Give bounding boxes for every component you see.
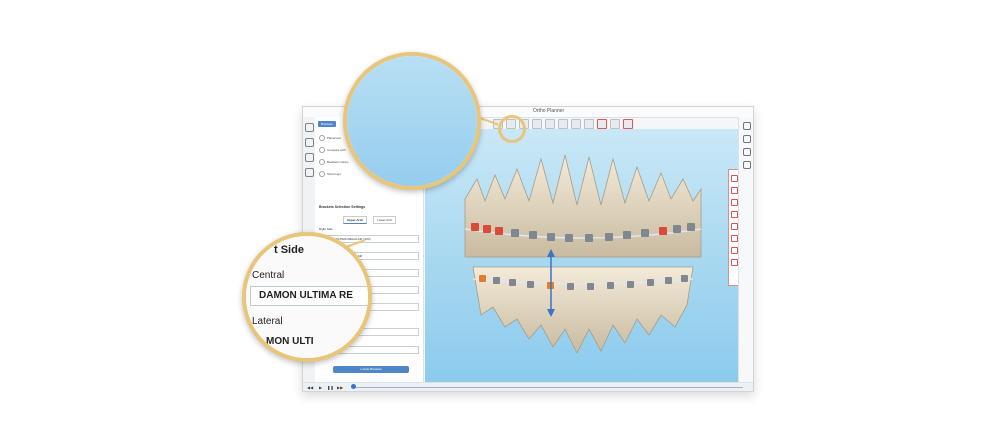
upper-arch-icon[interactable] [730, 175, 738, 182]
locate-brackets-button[interactable]: Locate Brackets [333, 366, 409, 373]
toolbar-button-align[interactable] [532, 119, 542, 129]
brush-icon[interactable] [305, 123, 314, 132]
tooth-icon[interactable] [305, 153, 314, 162]
toolbar-button-measure[interactable] [545, 119, 555, 129]
lower-teeth [472, 266, 694, 354]
zoom-central-label: Central [252, 270, 285, 281]
radio-icon[interactable] [319, 147, 325, 153]
bottom-view-icon[interactable] [730, 259, 738, 266]
timeline-knob[interactable] [351, 384, 356, 389]
tooth-icon[interactable] [742, 148, 751, 156]
play-icon[interactable]: ▶ [319, 385, 322, 390]
timeline: ◀◀ ▶ ❚❚ ▶▶ [303, 382, 753, 391]
zoom-central-field[interactable]: DAMON ULTIMA RE [250, 286, 368, 306]
pause-icon[interactable]: ❚❚ [327, 385, 334, 390]
toolbar-button-wire[interactable] [584, 119, 594, 129]
option-label: Show Ligs [327, 171, 341, 176]
zoom-central-value: DAMON ULTIMA RE [259, 290, 353, 301]
lower-arch-icon[interactable] [730, 187, 738, 194]
subsection-title: Right Side [319, 227, 333, 231]
arch-tabs: Upper Arch Lower Arch [343, 216, 397, 224]
top-view-icon[interactable] [730, 247, 738, 254]
option-label: Placement [327, 135, 342, 140]
layers-icon[interactable] [742, 135, 751, 143]
radio-icon[interactable] [319, 135, 325, 141]
left-arch-icon[interactable] [730, 199, 738, 206]
step-forward-icon[interactable]: ▶▶ [337, 385, 343, 390]
toolbar-button-grid[interactable] [571, 119, 581, 129]
radio-icon[interactable] [319, 159, 325, 165]
option-label: Compare with [327, 147, 346, 152]
view-icon[interactable] [742, 122, 751, 130]
toolbar-button-lower-arch[interactable] [610, 119, 620, 129]
front-view-icon[interactable] [730, 223, 738, 230]
bracket-zoom-callout [343, 52, 481, 190]
back-view-icon[interactable] [730, 235, 738, 242]
tab-lower-arch[interactable]: Lower Arch [373, 216, 397, 224]
timeline-track[interactable] [353, 387, 743, 388]
section-title: Brackets Selection Settings [319, 205, 366, 209]
panel-tag[interactable]: Brackets [318, 121, 336, 127]
radio-icon[interactable] [319, 171, 325, 177]
toolbar-button-upper-arch[interactable] [597, 119, 607, 129]
zoom-lateral-value: MON ULTI [266, 336, 314, 347]
tab-upper-arch[interactable]: Upper Arch [343, 216, 368, 224]
step-back-icon[interactable]: ◀◀ [307, 385, 313, 390]
settings-icon[interactable] [742, 161, 751, 169]
window-title: Ortho Planner [533, 108, 565, 114]
zoom-side-label: t Side [274, 244, 304, 256]
zoom-lateral-label: Lateral [252, 316, 283, 327]
right-arch-icon[interactable] [730, 211, 738, 218]
toolbar-button-both-arch[interactable] [623, 119, 633, 129]
toolbar-button-view[interactable] [558, 119, 568, 129]
toolbar-callout-ring [498, 115, 526, 143]
list-icon[interactable] [305, 138, 314, 147]
upper-teeth [464, 154, 702, 258]
right-icon-rail [738, 117, 753, 382]
settings-icon[interactable] [305, 168, 314, 177]
settings-zoom-callout: t Side Central DAMON ULTIMA RE Lateral M… [242, 232, 372, 362]
option-label: Brackets Library [327, 159, 349, 164]
